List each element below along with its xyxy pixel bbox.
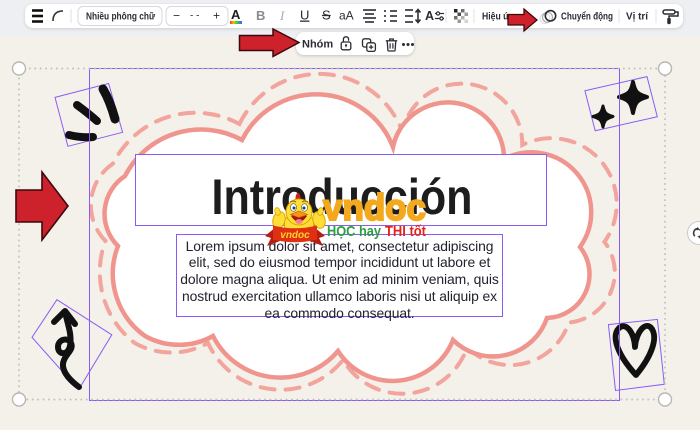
svg-text:vndoc: vndoc bbox=[280, 230, 310, 241]
svg-text:HỌC hay: HỌC hay bbox=[327, 223, 382, 240]
svg-text:+: + bbox=[213, 9, 220, 23]
svg-text:Nhóm: Nhóm bbox=[302, 38, 333, 50]
svg-text:A: A bbox=[425, 9, 434, 23]
svg-text:Nhiều phông chữ: Nhiều phông chữ bbox=[86, 11, 155, 23]
svg-text:U: U bbox=[300, 8, 309, 23]
svg-text:S: S bbox=[322, 8, 331, 23]
svg-text:vndoc: vndoc bbox=[323, 187, 426, 228]
svg-text:THI tốt: THI tốt bbox=[385, 223, 426, 240]
svg-text:B: B bbox=[256, 8, 265, 23]
svg-text:−: − bbox=[173, 9, 180, 23]
svg-text:A: A bbox=[231, 7, 241, 22]
svg-text:Chuyển động: Chuyển động bbox=[561, 11, 613, 23]
svg-text:aA: aA bbox=[339, 9, 354, 23]
svg-text:Vị trí: Vị trí bbox=[626, 11, 649, 23]
svg-text:- -: - - bbox=[190, 11, 199, 22]
svg-text:I: I bbox=[279, 8, 285, 23]
